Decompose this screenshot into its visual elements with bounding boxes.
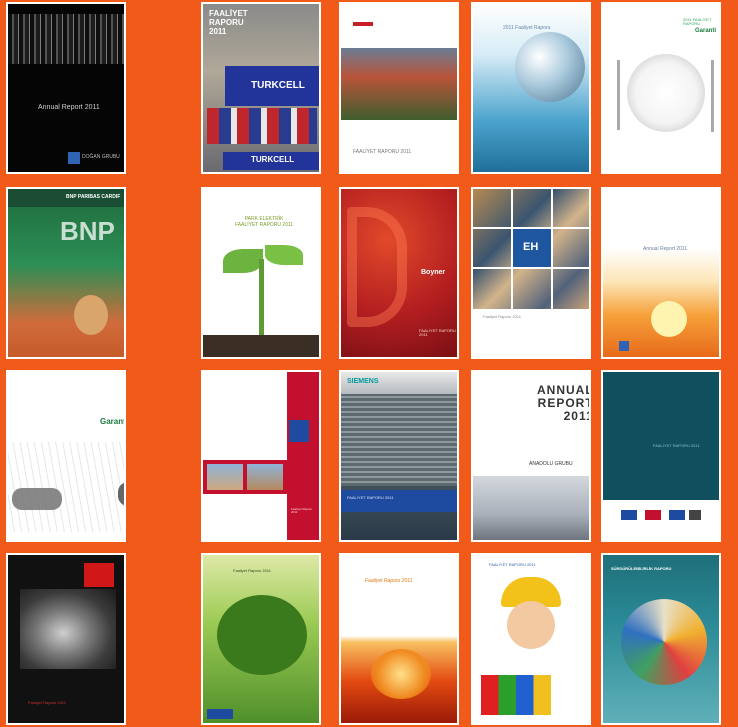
cover-title: Annual Report 2011 bbox=[38, 104, 100, 111]
cover-redbuild[interactable]: Faaliyet Raporu 2011 bbox=[201, 370, 321, 542]
cover-title: Faaliyet Raporu 2011 bbox=[28, 700, 66, 705]
sketch-lines bbox=[8, 442, 124, 532]
cover-logo-text: ANADOLU GRUBU bbox=[529, 461, 573, 467]
cover-title: FAALİYET RAPORU 2011 bbox=[209, 9, 248, 36]
knife bbox=[711, 60, 714, 132]
cover-globe[interactable]: 2011 Faaliyet Raporu bbox=[471, 2, 591, 174]
cover-sunset[interactable]: Annual Report 2011 bbox=[601, 187, 721, 359]
red-side-band bbox=[287, 372, 319, 540]
cover-fire[interactable]: Faaliyet Raporu 2011 bbox=[339, 553, 459, 725]
cover-title: FAALİYET RAPORU 2011 bbox=[489, 562, 536, 567]
bottom-logo-text: TURKCELL bbox=[251, 155, 295, 164]
cover-shell[interactable]: SÜRDÜRÜLEBİLİRLİK RAPORU bbox=[601, 553, 721, 725]
cover-title: Faaliyet Raporu 2011 bbox=[233, 568, 271, 573]
cover-title: SÜRDÜRÜLEBİLİRLİK RAPORU bbox=[611, 566, 672, 571]
cover-title: FAALİYET RAPORU 2011 bbox=[419, 328, 456, 338]
cover-houses[interactable]: FAALİYET RAPORU 2011 bbox=[339, 2, 459, 174]
building-photo-2 bbox=[247, 464, 283, 490]
nautilus-shell bbox=[621, 599, 707, 685]
cover-rock[interactable]: Faaliyet Raporu 2011 bbox=[6, 553, 126, 725]
brand-logos bbox=[621, 510, 701, 520]
cover-anadolu[interactable]: ANNUAL REPORT 2011 ANADOLU GRUBU bbox=[471, 370, 591, 542]
building-photo-1 bbox=[207, 464, 243, 490]
flame-glow bbox=[371, 649, 431, 699]
cover-title: FAALİYET RAPORU 2011 bbox=[353, 149, 412, 155]
cover-title: 2011 FAALİYET RAPORU bbox=[683, 17, 712, 27]
sprout-stem bbox=[259, 259, 264, 335]
sun bbox=[651, 301, 687, 337]
cover-title: ANNUAL REPORT 2011 bbox=[537, 383, 591, 424]
cover-plate[interactable]: 2011 FAALİYET RAPORU Garanti bbox=[601, 2, 721, 174]
cover-collage[interactable]: EH Faaliyet Raporu 2011 bbox=[471, 187, 591, 359]
cover-title: 2011 Faaliyet Raporu bbox=[503, 25, 551, 31]
cover-title: Annual Report 2011 bbox=[643, 246, 688, 252]
cover-bnp[interactable]: BNP PARIBAS CARDIF BNP bbox=[6, 187, 126, 359]
flags bbox=[207, 108, 317, 144]
logo-square bbox=[289, 420, 309, 442]
rock-photo bbox=[20, 589, 116, 669]
sprout-leaf-2 bbox=[265, 245, 303, 265]
cover-title: BNP PARIBAS CARDIF bbox=[66, 194, 121, 200]
cover-turkcell[interactable]: FAALİYET RAPORU 2011 TURKCELL TURKCELL bbox=[201, 2, 321, 174]
big-letter-b bbox=[347, 207, 407, 327]
soil bbox=[203, 335, 319, 357]
cover-tree[interactable]: Faaliyet Raporu 2011 bbox=[201, 553, 321, 725]
harbor-photo bbox=[341, 394, 457, 486]
child-face bbox=[507, 601, 555, 649]
child-head bbox=[74, 295, 108, 335]
cover-title: Faaliyet Raporu 2011 bbox=[365, 578, 413, 584]
cover-hands[interactable]: Garanti bbox=[6, 370, 126, 542]
cover-sprout[interactable]: PARK ELEKTRİK FAALİYET RAPORU 2011 bbox=[201, 187, 321, 359]
cover-child[interactable]: FAALİYET RAPORU 2011 bbox=[471, 553, 591, 725]
tree-canopy bbox=[217, 595, 307, 675]
red-logo-mark bbox=[353, 22, 373, 26]
cover-title: PARK ELEKTRİK FAALİYET RAPORU 2011 bbox=[235, 216, 294, 228]
cover-title: FAALİYET RAPORU 2011 bbox=[347, 495, 394, 500]
plate bbox=[627, 54, 705, 132]
blue-band bbox=[341, 490, 457, 512]
toy-blocks bbox=[481, 675, 551, 715]
cover-logo-text: Garanti bbox=[695, 28, 717, 34]
logo-strip bbox=[603, 500, 719, 540]
cover-logo-text: DOĞAN GRUBU bbox=[82, 154, 120, 160]
cover-logo-text: SIEMENS bbox=[347, 378, 379, 385]
cover-title: Faaliyet Raporu 2011 bbox=[291, 507, 313, 515]
sprout-leaf bbox=[223, 249, 263, 273]
cover-logo-text: BNP bbox=[60, 216, 115, 246]
banner-logo-text: TURKCELL bbox=[251, 80, 305, 91]
logo-bar bbox=[207, 709, 233, 719]
cover-logo-text: Boyner bbox=[421, 269, 446, 276]
globe bbox=[515, 32, 585, 102]
cover-logo-text: EH bbox=[523, 241, 539, 253]
annual-report-cover-grid: Annual Report 2011 DOĞAN GRUBU FAALİYET … bbox=[0, 0, 738, 727]
cover-title: Faaliyet Raporu 2011 bbox=[483, 314, 521, 319]
fork bbox=[617, 60, 620, 130]
red-logo-block bbox=[84, 563, 114, 587]
logo-square bbox=[68, 152, 80, 164]
orchestra-photo bbox=[8, 14, 124, 64]
cover-boyner[interactable]: Boyner FAALİYET RAPORU 2011 bbox=[339, 187, 459, 359]
cover-teal[interactable]: FAALİYET RAPORU 2011 bbox=[601, 370, 721, 542]
cover-logo-text: Garanti bbox=[100, 417, 126, 426]
cover-title: FAALİYET RAPORU 2011 bbox=[653, 443, 700, 448]
logo-square bbox=[619, 341, 629, 351]
houses-photo bbox=[341, 48, 457, 120]
cover-orchestra[interactable]: Annual Report 2011 DOĞAN GRUBU bbox=[6, 2, 126, 174]
cover-siemens[interactable]: SIEMENS FAALİYET RAPORU 2011 bbox=[339, 370, 459, 542]
office-photo bbox=[473, 476, 589, 540]
